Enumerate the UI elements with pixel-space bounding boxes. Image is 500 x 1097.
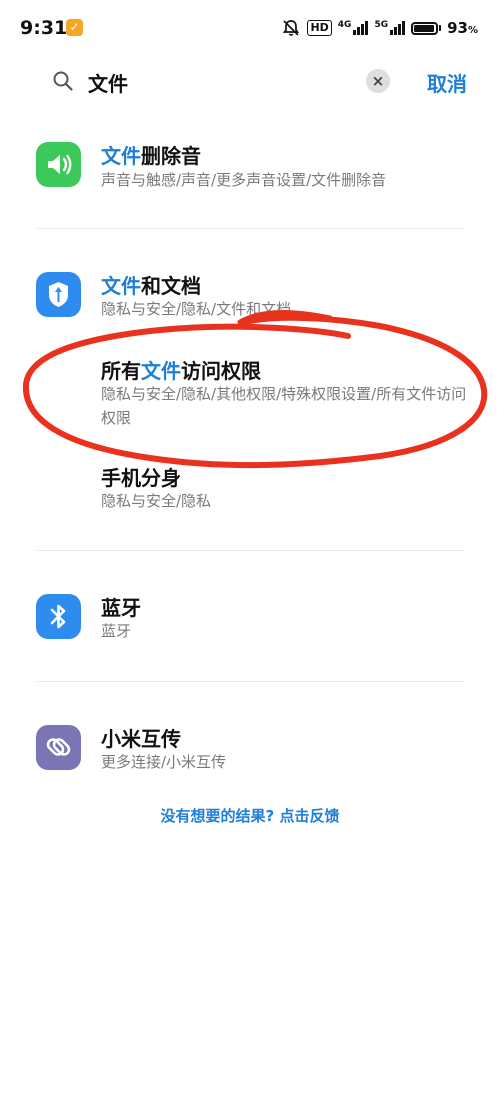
search-bar: 文件 × 取消 xyxy=(0,58,500,106)
result-title: 所有文件访问权限 xyxy=(101,359,261,383)
result-path: 隐私与安全/隐私/文件和文档 xyxy=(101,300,292,318)
result-file-delete-sound[interactable]: 文件删除音 声音与触感/声音/更多声音设置/文件删除音 xyxy=(0,130,500,220)
battery-percent: 93% xyxy=(447,19,478,37)
cancel-button[interactable]: 取消 xyxy=(427,68,467,97)
battery-icon xyxy=(411,21,439,35)
result-mi-share[interactable]: 小米互传 更多连接/小米互传 xyxy=(0,716,500,784)
speaker-icon xyxy=(36,142,81,187)
result-title: 文件和文档 xyxy=(101,274,201,298)
feedback-link[interactable]: 没有想要的结果? 点击反馈 xyxy=(0,805,500,826)
divider xyxy=(36,681,464,682)
result-bluetooth[interactable]: 蓝牙 蓝牙 xyxy=(0,585,500,653)
shield-icon xyxy=(36,272,81,317)
result-path: 蓝牙 xyxy=(101,622,132,640)
result-path: 声音与触感/声音/更多声音设置/文件删除音 xyxy=(101,171,387,189)
status-bar: 9:31 ✓ HD 4G 5G 93% xyxy=(0,0,500,58)
signal-4g-icon: 4G xyxy=(338,21,369,35)
result-title: 蓝牙 xyxy=(101,596,141,620)
result-title: 文件删除音 xyxy=(101,144,201,168)
divider xyxy=(36,550,464,551)
result-title: 小米互传 xyxy=(101,727,181,751)
mute-bell-icon xyxy=(283,20,300,36)
search-input[interactable]: 文件 xyxy=(88,68,128,97)
signal-5g-icon: 5G xyxy=(374,21,406,35)
clear-icon[interactable]: × xyxy=(366,69,390,93)
bluetooth-icon xyxy=(36,594,81,639)
divider xyxy=(36,228,464,229)
result-path: 更多连接/小米互传 xyxy=(101,753,227,771)
result-path: 隐私与安全/隐私/其他权限/特殊权限设置/所有文件访问权限 xyxy=(101,385,467,427)
result-all-files-access[interactable]: 所有文件访问权限 隐私与安全/隐私/其他权限/特殊权限设置/所有文件访问权限 xyxy=(0,345,500,435)
search-icon xyxy=(53,71,73,91)
notification-app-icon: ✓ xyxy=(66,19,83,36)
hd-voice-icon: HD xyxy=(307,20,332,36)
link-icon xyxy=(36,725,81,770)
result-path: 隐私与安全/隐私 xyxy=(101,492,212,510)
result-files-and-documents[interactable]: 文件和文档 隐私与安全/隐私/文件和文档 xyxy=(0,262,500,330)
result-phone-clone[interactable]: 手机分身 隐私与安全/隐私 xyxy=(0,455,500,523)
status-time: 9:31 xyxy=(20,17,68,39)
status-icons: HD 4G 5G 93% xyxy=(281,16,478,40)
result-title: 手机分身 xyxy=(101,466,181,490)
